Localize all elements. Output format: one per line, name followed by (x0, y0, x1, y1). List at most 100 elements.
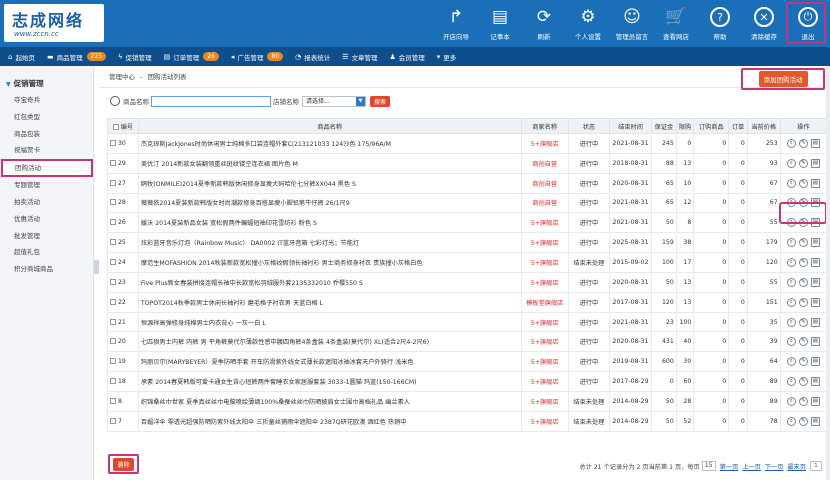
edit-icon[interactable]: ✎ (798, 377, 808, 387)
sidebar-item-8[interactable]: 批发管理 (0, 228, 93, 245)
sidebar-item-6[interactable]: 拍卖活动 (0, 194, 93, 211)
delete-icon[interactable]: ▤ (810, 297, 820, 307)
view-icon[interactable]: ⌕ (786, 337, 796, 347)
delete-icon[interactable]: ▤ (810, 257, 820, 267)
delete-icon[interactable]: ▤ (810, 337, 820, 347)
edit-icon[interactable]: ✎ (798, 178, 808, 188)
search-button[interactable]: 搜索 (370, 95, 391, 107)
menu-item-7[interactable]: ♟ 会员管理 (389, 52, 424, 62)
view-icon[interactable]: ⌕ (786, 158, 796, 168)
sidebar-item-10[interactable]: 积分商城商品 (0, 261, 93, 278)
delete-icon[interactable]: ▤ (810, 396, 820, 406)
delete-icon[interactable]: ▤ (810, 238, 820, 248)
menu-item-4[interactable]: ◂ 广告管理 80 (231, 52, 284, 62)
row-checkbox[interactable] (110, 318, 116, 325)
select-all-checkbox[interactable] (112, 123, 119, 130)
sidebar-item-3[interactable]: 祝福贺卡 (0, 142, 93, 159)
row-checkbox[interactable] (110, 139, 116, 146)
sidebar-item-9[interactable]: 超值礼包 (0, 244, 93, 261)
delete-icon[interactable]: ▤ (810, 317, 820, 327)
delete-icon[interactable]: ▤ (810, 416, 820, 426)
row-checkbox[interactable] (110, 417, 116, 424)
edit-icon[interactable]: ✎ (798, 138, 808, 148)
view-icon[interactable]: ⌕ (786, 238, 796, 248)
delete-icon[interactable]: ▤ (810, 277, 820, 287)
topnav-item-0[interactable]: ↱ 开店向导 (434, 0, 478, 47)
edit-icon[interactable]: ✎ (798, 238, 808, 248)
view-icon[interactable]: ⌕ (786, 277, 796, 287)
topnav-item-6[interactable]: ? 帮助 (698, 0, 742, 47)
row-checkbox[interactable] (110, 338, 116, 345)
edit-icon[interactable]: ✎ (798, 317, 808, 327)
row-checkbox[interactable] (110, 179, 116, 186)
delete-icon[interactable]: ▤ (810, 158, 820, 168)
shop-select[interactable]: 请选择... ▼ (302, 95, 366, 107)
view-icon[interactable]: ⌕ (786, 396, 796, 406)
topnav-item-3[interactable]: ⚙ 个人设置 (566, 0, 610, 47)
menu-item-1[interactable]: ▬ 商品管理 225 (47, 52, 107, 62)
edit-icon[interactable]: ✎ (798, 416, 808, 426)
row-checkbox[interactable] (110, 397, 116, 404)
sidebar-item-0[interactable]: 夺宝奇兵 (0, 92, 93, 109)
edit-icon[interactable]: ✎ (798, 277, 808, 287)
view-icon[interactable]: ⌕ (786, 178, 796, 188)
sidebar-item-5[interactable]: 专题管理 (0, 177, 93, 194)
view-icon[interactable]: ⌕ (786, 297, 796, 307)
edit-icon[interactable]: ✎ (798, 337, 808, 347)
topnav-item-2[interactable]: ⟳ 刷新 (522, 0, 566, 47)
sidebar-heading[interactable]: ▼ 促销管理 (0, 66, 93, 89)
per-page-input[interactable]: 15 (701, 461, 716, 471)
row-actions: ⌕ ✎ ▤ (783, 337, 824, 347)
sidebar-item-7[interactable]: 优惠活动 (0, 211, 93, 228)
view-icon[interactable]: ⌕ (786, 257, 796, 267)
edit-icon[interactable]: ✎ (798, 158, 808, 168)
view-icon[interactable]: ⌕ (786, 377, 796, 387)
row-checkbox[interactable] (110, 298, 116, 305)
goods-name-input[interactable] (151, 95, 271, 107)
topnav-item-4[interactable]: ☺ 管理员留言 (610, 0, 654, 47)
first-page-link[interactable]: 第一页 (720, 462, 739, 471)
edit-icon[interactable]: ✎ (798, 257, 808, 267)
row-checkbox[interactable] (110, 219, 116, 226)
sidebar-item-4[interactable]: 团购活动 (1, 159, 93, 178)
prev-page-link[interactable]: 上一页 (742, 462, 761, 471)
delete-button[interactable]: 删除 (113, 457, 134, 471)
add-group-buy-button[interactable]: 添加团购活动 (758, 71, 808, 87)
scrollbar[interactable] (826, 66, 830, 480)
page-select[interactable]: 1 (810, 461, 822, 471)
sidebar-item-2[interactable]: 商品包装 (0, 126, 93, 143)
next-page-link[interactable]: 下一页 (765, 462, 784, 471)
menu-item-2[interactable]: ϟ 促销管理 (118, 52, 152, 62)
edit-icon[interactable]: ✎ (798, 396, 808, 406)
view-icon[interactable]: ⌕ (786, 357, 796, 367)
row-checkbox[interactable] (110, 239, 116, 246)
delete-icon[interactable]: ▤ (810, 138, 820, 148)
row-checkbox[interactable] (110, 358, 116, 365)
topnav-item-7[interactable]: ✕ 清除缓存 (742, 0, 786, 47)
row-checkbox[interactable] (110, 258, 116, 265)
view-icon[interactable]: ⌕ (786, 138, 796, 148)
last-page-link[interactable]: 最末页 (787, 462, 806, 471)
view-icon[interactable]: ⌕ (786, 317, 796, 327)
row-checkbox[interactable] (110, 278, 116, 285)
delete-icon[interactable]: ▤ (810, 377, 820, 387)
menu-item-5[interactable]: ◔ 报表统计 (295, 52, 330, 62)
topnav-item-1[interactable]: ▤ 记事本 (478, 0, 522, 47)
row-checkbox[interactable] (110, 378, 116, 385)
col-id[interactable]: 编号 (107, 118, 139, 134)
edit-icon[interactable]: ✎ (798, 297, 808, 307)
menu-item-6[interactable]: ☰ 文章管理 (342, 52, 377, 62)
sidebar-item-1[interactable]: 红包类型 (0, 109, 93, 126)
menu-item-8[interactable]: ▾ 更多 (437, 52, 457, 62)
view-icon[interactable]: ⌕ (786, 416, 796, 426)
delete-icon[interactable]: ▤ (810, 357, 820, 367)
topnav-item-5[interactable]: 🛒 查看网店 (654, 0, 698, 47)
menu-item-0[interactable]: ⌂ 起始页 (8, 52, 35, 62)
row-checkbox[interactable] (110, 199, 116, 206)
cell-actions: ⌕ ✎ ▤ (779, 390, 828, 412)
menu-item-3[interactable]: ▤ 订单管理 26 (164, 52, 219, 62)
row-checkbox[interactable] (110, 159, 116, 166)
breadcrumb-root[interactable]: 管理中心 (109, 73, 135, 81)
edit-icon[interactable]: ✎ (798, 357, 808, 367)
delete-icon[interactable]: ▤ (810, 178, 820, 188)
